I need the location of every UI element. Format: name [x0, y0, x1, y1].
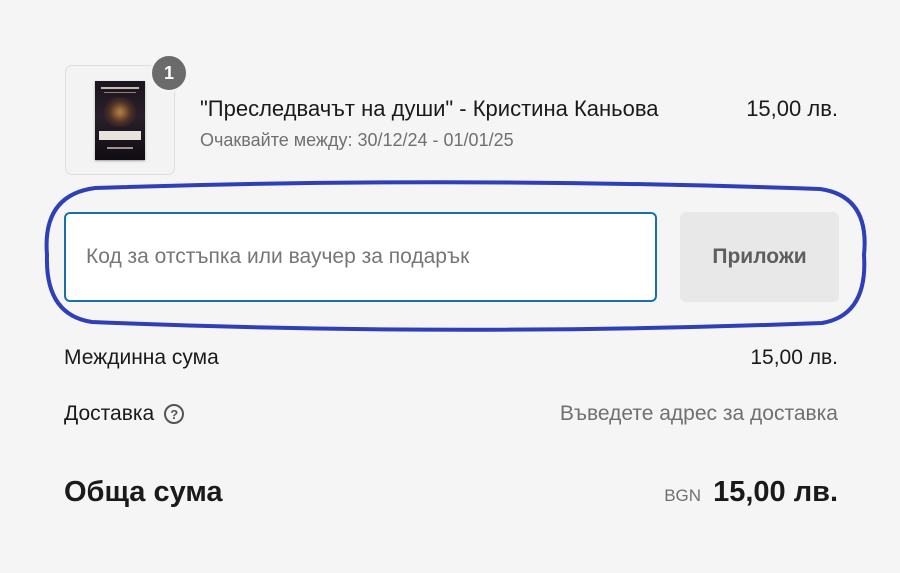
book-cover-image: [95, 81, 145, 160]
quantity-badge: 1: [150, 54, 188, 92]
total-label: Обща сума: [64, 476, 223, 508]
product-price: 15,00 лв.: [746, 96, 838, 121]
discount-code-input[interactable]: [64, 212, 657, 302]
delivery-estimate: Очаквайте между: 30/12/24 - 01/01/25: [200, 130, 514, 150]
apply-discount-button[interactable]: Приложи: [680, 212, 839, 302]
shipping-row: Доставка ?: [64, 402, 185, 426]
total-amount: BGN 15,00 лв.: [664, 476, 838, 509]
product-name: "Преследвачът на души" - Кристина Каньов…: [200, 96, 659, 121]
question-circle-icon[interactable]: ?: [164, 404, 185, 424]
currency-code: BGN: [664, 486, 702, 505]
subtotal-label: Междинна сума: [64, 346, 219, 369]
shipping-label: Доставка: [64, 402, 155, 425]
shipping-value: Въведете адрес за доставка: [559, 402, 838, 425]
subtotal-value: 15,00 лв.: [750, 346, 838, 369]
total-value: 15,00 лв.: [713, 476, 838, 508]
